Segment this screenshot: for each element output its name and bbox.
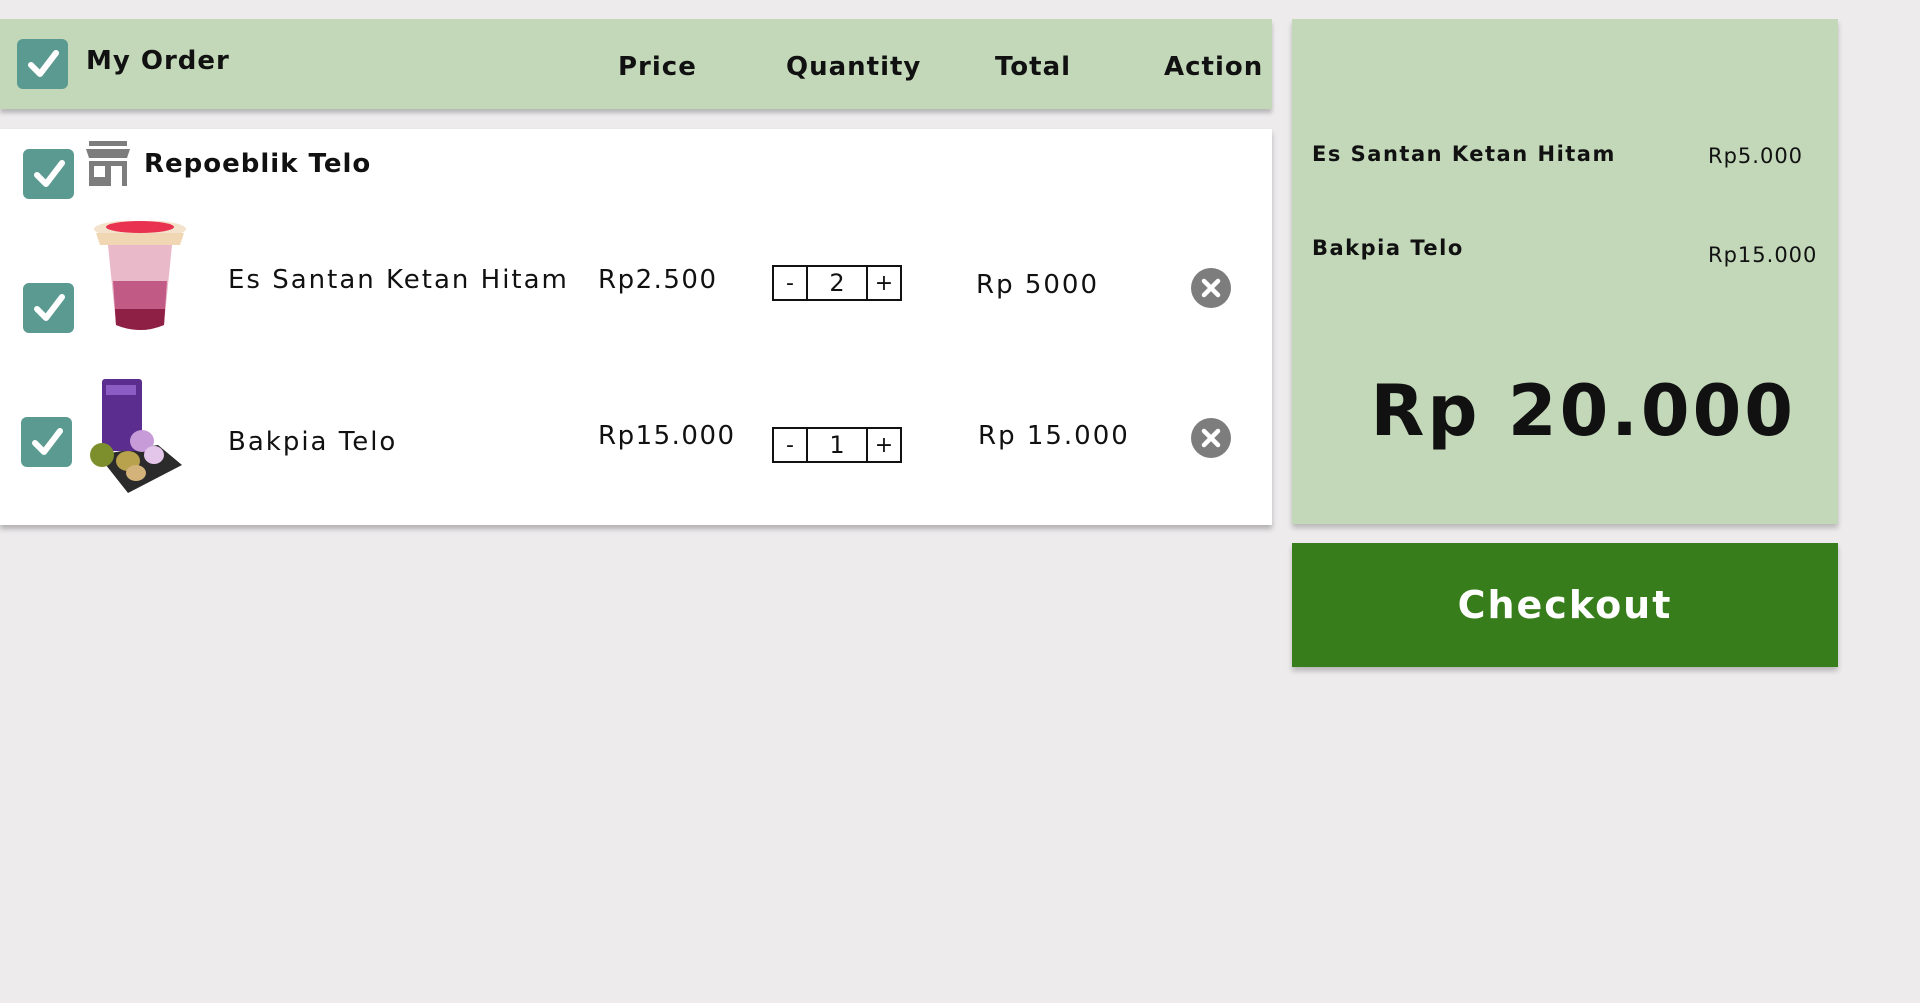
page-title: My Order (86, 46, 230, 76)
store-checkbox[interactable] (23, 149, 74, 199)
summary-item-price: Rp5.000 (1708, 144, 1804, 168)
quantity-value[interactable]: 1 (806, 429, 868, 461)
store-icon (86, 141, 130, 186)
remove-item-button[interactable] (1191, 418, 1231, 458)
column-header-total: Total (995, 52, 1072, 82)
product-price: Rp2.500 (598, 265, 718, 295)
column-header-action: Action (1164, 52, 1264, 82)
product-image (90, 379, 182, 493)
grand-total: Rp 20.000 (1370, 370, 1796, 452)
quantity-value[interactable]: 2 (806, 267, 868, 299)
item-checkbox[interactable] (23, 283, 74, 333)
column-header-quantity: Quantity (786, 52, 922, 82)
close-icon (1201, 278, 1221, 298)
checkmark-icon (33, 294, 65, 321)
item-total: Rp 15.000 (978, 421, 1130, 451)
product-price: Rp15.000 (598, 421, 736, 451)
quantity-stepper: - 1 + (772, 427, 902, 463)
summary-item-price: Rp15.000 (1708, 243, 1818, 267)
checkmark-icon (33, 160, 65, 187)
order-header: My Order Price Quantity Total Action (0, 19, 1272, 109)
checkout-button[interactable]: Checkout (1292, 543, 1838, 667)
item-checkbox[interactable] (21, 417, 72, 467)
decrement-button[interactable]: - (774, 267, 806, 299)
product-name: Es Santan Ketan Hitam (228, 265, 569, 295)
increment-button[interactable]: + (868, 267, 900, 299)
increment-button[interactable]: + (868, 429, 900, 461)
product-name: Bakpia Telo (228, 427, 398, 457)
product-image (94, 221, 186, 330)
remove-item-button[interactable] (1191, 268, 1231, 308)
close-icon (1201, 428, 1221, 448)
checkmark-icon (27, 50, 59, 77)
store-name: Repoeblik Telo (144, 149, 372, 179)
column-header-price: Price (618, 52, 697, 82)
decrement-button[interactable]: - (774, 429, 806, 461)
summary-item-name: Es Santan Ketan Hitam (1312, 142, 1616, 166)
summary-item-name: Bakpia Telo (1312, 236, 1464, 260)
item-total: Rp 5000 (976, 270, 1100, 300)
checkmark-icon (31, 428, 63, 455)
quantity-stepper: - 2 + (772, 265, 902, 301)
select-all-checkbox[interactable] (17, 39, 68, 89)
order-summary: Es Santan Ketan Hitam Rp5.000 Bakpia Tel… (1292, 19, 1838, 524)
cart-panel: Repoeblik Telo Es Santan Ketan Hitam Rp2… (0, 129, 1272, 525)
